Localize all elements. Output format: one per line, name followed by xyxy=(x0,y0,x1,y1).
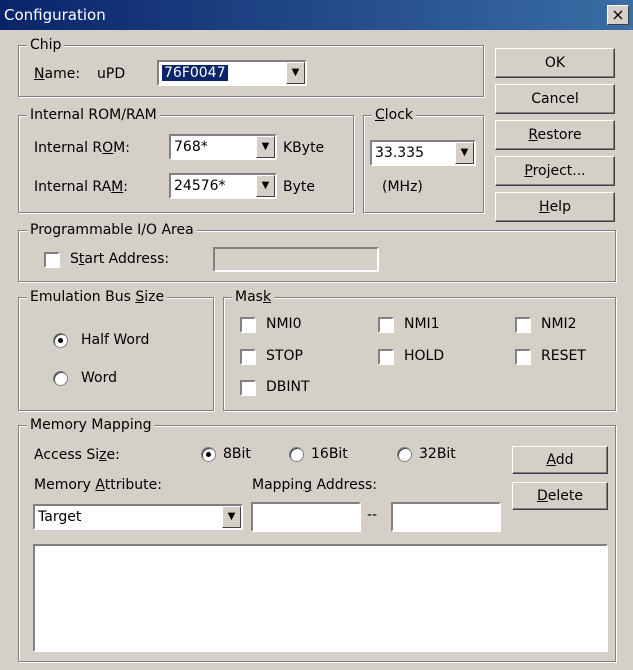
programmable-io-group: Programmable I/O Area Start Address: xyxy=(18,221,616,282)
rom-combobox[interactable]: 768* ▼ xyxy=(169,134,277,160)
project-button[interactable]: Project... xyxy=(495,156,615,186)
nmi0-label: NMI0 xyxy=(266,316,302,332)
chevron-down-icon[interactable]: ▼ xyxy=(256,175,275,197)
ram-combobox[interactable]: 24576* ▼ xyxy=(169,173,277,199)
memory-attribute-label: Memory Attribute: xyxy=(34,477,162,493)
clock-legend: Clock xyxy=(372,106,417,124)
title-bar: Configuration × xyxy=(0,0,633,30)
ram-label: Internal RAM: xyxy=(34,179,128,195)
nmi1-checkbox[interactable] xyxy=(378,317,394,333)
nmi2-checkbox[interactable] xyxy=(515,317,531,333)
mapping-address-label: Mapping Address: xyxy=(252,477,378,493)
access-16bit-label: 16Bit xyxy=(311,446,348,462)
configuration-dialog: Configuration × Chip Name: uPD 76F0047 ▼… xyxy=(0,0,633,670)
ram-unit: Byte xyxy=(283,179,315,195)
memory-mapping-group: Memory Mapping Access Size: 8Bit 16Bit 3… xyxy=(18,416,616,662)
chevron-down-icon[interactable]: ▼ xyxy=(256,136,275,158)
chevron-down-icon[interactable]: ▼ xyxy=(286,62,305,84)
nmi2-label: NMI2 xyxy=(541,316,577,332)
chip-legend: Chip xyxy=(27,36,65,54)
internal-rom-ram-group: Internal ROM/RAM Internal ROM: 768* ▼ KB… xyxy=(18,106,354,213)
access-8bit-radio[interactable] xyxy=(201,447,216,462)
mapping-separator: -- xyxy=(367,507,378,523)
bus-size-legend: Emulation Bus Size xyxy=(27,288,168,306)
reset-label: RESET xyxy=(541,348,586,364)
access-size-label: Access Size: xyxy=(34,447,120,463)
close-button[interactable]: × xyxy=(607,5,629,25)
chip-group: Chip Name: uPD 76F0047 ▼ xyxy=(18,36,484,97)
close-icon: × xyxy=(611,5,625,24)
half-word-label: Half Word xyxy=(81,332,150,348)
chevron-down-icon[interactable]: ▼ xyxy=(455,142,474,164)
mapping-address-start-input[interactable] xyxy=(251,502,361,532)
hold-checkbox[interactable] xyxy=(378,349,394,365)
access-32bit-label: 32Bit xyxy=(419,446,456,462)
ram-value: 24576* xyxy=(174,178,226,194)
chip-name-label: Name: xyxy=(34,66,81,82)
access-16bit-radio[interactable] xyxy=(289,447,304,462)
clock-unit: (MHz) xyxy=(382,179,423,195)
memory-attribute-combobox[interactable]: Target ▼ xyxy=(33,504,243,530)
reset-checkbox[interactable] xyxy=(515,349,531,365)
help-button[interactable]: Help xyxy=(495,192,615,222)
access-8bit-label: 8Bit xyxy=(223,446,251,462)
delete-button[interactable]: Delete xyxy=(512,482,608,510)
rom-value: 768* xyxy=(174,139,208,155)
hold-label: HOLD xyxy=(404,348,445,364)
window-title: Configuration xyxy=(4,6,106,24)
half-word-radio[interactable] xyxy=(53,333,68,348)
word-radio[interactable] xyxy=(53,371,68,386)
memory-attribute-value: Target xyxy=(38,509,82,525)
stop-checkbox[interactable] xyxy=(240,349,256,365)
rom-ram-legend: Internal ROM/RAM xyxy=(27,106,160,124)
dbint-label: DBINT xyxy=(266,379,310,395)
access-32bit-radio[interactable] xyxy=(397,447,412,462)
chevron-down-icon[interactable]: ▼ xyxy=(222,506,241,528)
start-address-input[interactable] xyxy=(213,247,379,272)
chip-name-combobox[interactable]: 76F0047 ▼ xyxy=(157,60,307,86)
emulation-bus-size-group: Emulation Bus Size Half Word Word xyxy=(18,288,214,411)
dbint-checkbox[interactable] xyxy=(240,380,256,396)
mapping-list[interactable] xyxy=(33,544,608,652)
restore-button[interactable]: Restore xyxy=(495,120,615,150)
rom-unit: KByte xyxy=(283,140,325,156)
memory-mapping-legend: Memory Mapping xyxy=(27,416,155,434)
clock-combobox[interactable]: 33.335 ▼ xyxy=(370,140,476,166)
word-label: Word xyxy=(81,370,117,386)
mask-group: Mask NMI0 NMI1 NMI2 STOP HOLD RESET DBIN… xyxy=(223,288,616,411)
rom-label: Internal ROM: xyxy=(34,140,130,156)
clock-value: 33.335 xyxy=(375,145,424,161)
mapping-address-end-input[interactable] xyxy=(391,502,501,532)
prog-io-legend: Programmable I/O Area xyxy=(27,221,197,239)
chip-prefix: uPD xyxy=(97,66,126,82)
add-button[interactable]: Add xyxy=(512,446,608,474)
mask-legend: Mask xyxy=(232,288,275,306)
nmi1-label: NMI1 xyxy=(404,316,440,332)
chip-name-value: 76F0047 xyxy=(162,65,228,81)
cancel-button[interactable]: Cancel xyxy=(495,84,615,114)
ok-button[interactable]: OK xyxy=(495,48,615,78)
stop-label: STOP xyxy=(266,348,303,364)
clock-group: Clock 33.335 ▼ (MHz) xyxy=(363,106,484,213)
start-address-label: Start Address: xyxy=(70,251,170,267)
start-address-checkbox[interactable] xyxy=(44,252,60,268)
nmi0-checkbox[interactable] xyxy=(240,317,256,333)
